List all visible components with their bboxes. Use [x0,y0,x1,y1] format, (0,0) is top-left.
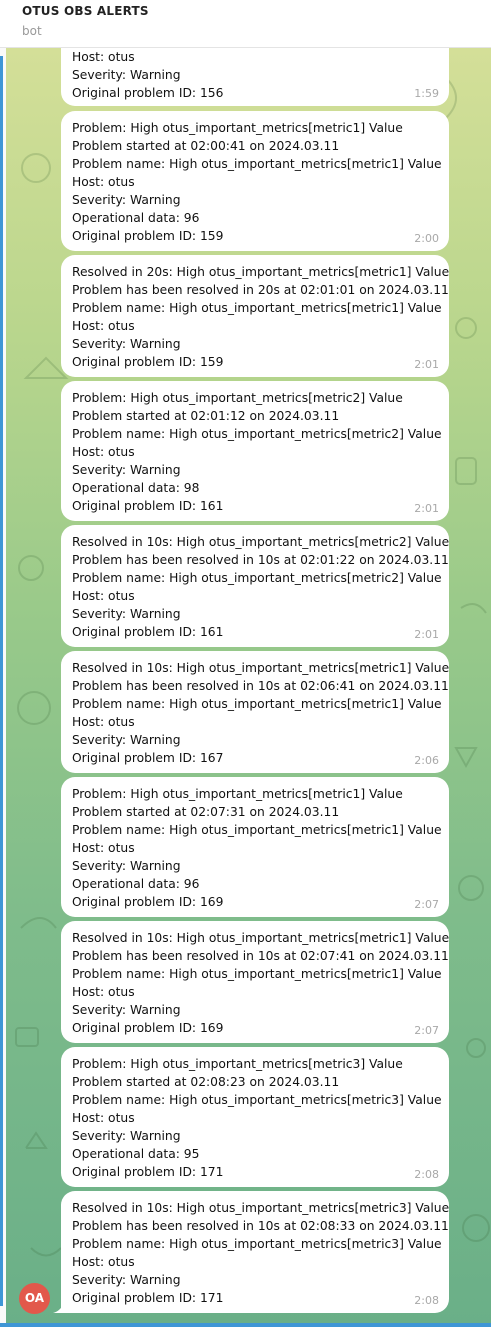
message-time: 2:08 [414,1168,439,1181]
message-line: Resolved in 10s: High otus_important_met… [72,535,449,549]
message-time: 2:06 [414,754,439,767]
message-line: Host: otus [72,985,135,999]
message-line: Severity: Warning [72,68,181,82]
message-line: Original problem ID: 161 [72,625,224,639]
message-line: Original problem ID: 159 [72,229,224,243]
message-line: Severity: Warning [72,463,181,477]
message-line: Problem has been resolved in 10s at 02:0… [72,1219,449,1233]
message-line: Severity: Warning [72,1003,181,1017]
message-line: Original problem ID: 171 [72,1291,224,1305]
message-bubble[interactable]: Problem: High otus_important_metrics[met… [61,111,449,251]
message-line: Host: otus [72,50,135,64]
message-time: 2:00 [414,232,439,245]
message-line: Problem: High otus_important_metrics[met… [72,787,403,801]
message-line: Problem started at 02:08:23 on 2024.03.1… [72,1075,340,1089]
message-line: Operational data: 95 [72,1147,200,1161]
message-line: Problem name: High otus_important_metric… [72,157,442,171]
bubble-tail-icon [53,1301,65,1313]
message-line: Severity: Warning [72,1273,181,1287]
message-bubble[interactable]: Resolved in 20s: High otus_important_met… [61,255,449,377]
chat-title: OTUS OBS ALERTS [22,4,149,18]
selection-accent [0,56,3,1306]
message-line: Problem started at 02:07:31 on 2024.03.1… [72,805,340,819]
message-bubble[interactable]: Resolved in 10s: High otus_important_met… [61,651,449,773]
message-line: Problem: High otus_important_metrics[met… [72,1057,403,1071]
message-line: Resolved in 20s: High otus_important_met… [72,265,449,279]
message-line: Problem name: High otus_important_metric… [72,823,442,837]
message-line: Operational data: 98 [72,481,200,495]
message-list[interactable]: Host: otus Severity: Warning Original pr… [6,48,491,1327]
message-bubble[interactable]: Problem: High otus_important_metrics[met… [61,1047,449,1187]
message-line: Original problem ID: 171 [72,1165,224,1179]
message-line: Original problem ID: 167 [72,751,224,765]
message-line: Host: otus [72,319,135,333]
message-line: Problem has been resolved in 20s at 02:0… [72,283,449,297]
message-line: Problem has been resolved in 10s at 02:0… [72,679,449,693]
message-line: Severity: Warning [72,337,181,351]
message-line: Problem name: High otus_important_metric… [72,1237,442,1251]
chat-subtitle: bot [22,24,42,38]
message-bubble[interactable]: Resolved in 10s: High otus_important_met… [61,921,449,1043]
message-line: Host: otus [72,715,135,729]
left-panel-edge [0,48,6,1327]
message-bubble[interactable]: Problem: High otus_important_metrics[met… [61,777,449,917]
message-bubble[interactable]: Problem: High otus_important_metrics[met… [61,381,449,521]
message-line: Host: otus [72,175,135,189]
message-time: 2:01 [414,502,439,515]
message-line: Severity: Warning [72,859,181,873]
message-time: 2:07 [414,1024,439,1037]
bot-avatar[interactable]: OA [19,1283,50,1314]
message-line: Problem: High otus_important_metrics[met… [72,121,403,135]
message-line: Problem name: High otus_important_metric… [72,1093,442,1107]
message-line: Original problem ID: 161 [72,499,224,513]
message-line: Operational data: 96 [72,211,200,225]
message-line: Original problem ID: 159 [72,355,224,369]
message-line: Problem name: High otus_important_metric… [72,967,442,981]
message-line: Problem name: High otus_important_metric… [72,301,442,315]
message-bubble[interactable]: Host: otus Severity: Warning Original pr… [61,48,449,106]
chat-header[interactable]: OTUS OBS ALERTS bot [0,0,491,48]
message-line: Host: otus [72,589,135,603]
message-time: 2:01 [414,358,439,371]
message-line: Problem has been resolved in 10s at 02:0… [72,949,449,963]
message-line: Resolved in 10s: High otus_important_met… [72,1201,449,1215]
message-line: Resolved in 10s: High otus_important_met… [72,661,449,675]
message-line: Operational data: 96 [72,877,200,891]
message-line: Severity: Warning [72,193,181,207]
message-line: Original problem ID: 156 [72,86,224,100]
message-line: Host: otus [72,445,135,459]
message-line: Host: otus [72,841,135,855]
message-line: Host: otus [72,1111,135,1125]
message-time: 2:07 [414,898,439,911]
message-line: Resolved in 10s: High otus_important_met… [72,931,449,945]
message-bubble[interactable]: Resolved in 10s: High otus_important_met… [61,525,449,647]
bottom-accent-bar [0,1323,491,1327]
message-bubble[interactable]: Resolved in 10s: High otus_important_met… [61,1191,449,1313]
message-line: Problem has been resolved in 10s at 02:0… [72,553,449,567]
message-line: Problem: High otus_important_metrics[met… [72,391,403,405]
message-line: Problem name: High otus_important_metric… [72,697,442,711]
message-line: Problem started at 02:01:12 on 2024.03.1… [72,409,340,423]
message-time: 2:01 [414,628,439,641]
message-line: Severity: Warning [72,1129,181,1143]
message-line: Problem name: High otus_important_metric… [72,427,442,441]
message-time: 2:08 [414,1294,439,1307]
message-line: Host: otus [72,1255,135,1269]
message-line: Severity: Warning [72,607,181,621]
message-line: Problem name: High otus_important_metric… [72,571,442,585]
message-line: Original problem ID: 169 [72,895,224,909]
message-time: 1:59 [414,87,439,100]
message-line: Original problem ID: 169 [72,1021,224,1035]
message-line: Severity: Warning [72,733,181,747]
message-line: Problem started at 02:00:41 on 2024.03.1… [72,139,340,153]
